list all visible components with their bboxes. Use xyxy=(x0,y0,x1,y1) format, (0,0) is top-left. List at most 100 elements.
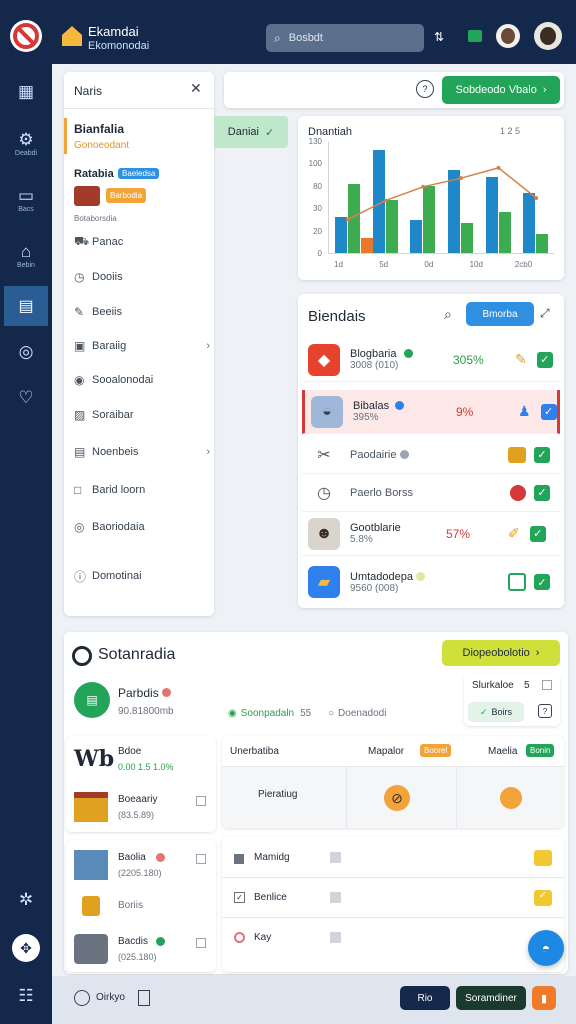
table-row-label: Kay xyxy=(254,932,272,943)
table-row[interactable]: Mamidg xyxy=(222,840,564,878)
primary-action-button[interactable]: Sobdeodo Vbalo › xyxy=(442,76,560,104)
nav-item[interactable]: ✎ Beeiis xyxy=(74,298,210,326)
document-icon[interactable] xyxy=(138,990,150,1006)
row-checkbox[interactable] xyxy=(196,796,206,806)
nav-item[interactable]: ▣ Baraiig › xyxy=(74,332,210,360)
message-icon[interactable] xyxy=(468,30,482,42)
nav-item[interactable]: ⛟ Panac xyxy=(74,228,210,256)
nav-item[interactable]: ⓘ Domotinai xyxy=(74,562,210,590)
pin-icon[interactable]: ✎ xyxy=(515,351,527,368)
nav-item[interactable]: ◷ Dooiis xyxy=(74,263,210,291)
check-icon[interactable]: ✓ xyxy=(534,446,550,463)
nav-item[interactable]: ▨ Soraibar xyxy=(74,401,210,429)
person-icon[interactable]: ♟ xyxy=(518,403,531,420)
table-row[interactable]: Pieratiug ⊘ xyxy=(222,766,564,829)
app-title: Ekamdai xyxy=(88,24,139,39)
check-icon[interactable]: ✓ xyxy=(534,574,550,590)
nav-item[interactable]: ▤ Noenbeis › xyxy=(74,438,210,466)
nav-item[interactable]: ◉ Sooalonodai xyxy=(74,366,210,394)
bell-icon[interactable] xyxy=(500,787,522,809)
row-checkbox[interactable] xyxy=(330,852,341,863)
shield-icon[interactable]: ♡ xyxy=(10,382,42,414)
table-row[interactable]: ✓ Benlice ✓ xyxy=(222,878,564,918)
side-button[interactable]: ✓ Boirs xyxy=(468,702,524,722)
compass-icon[interactable]: ◎ xyxy=(10,336,42,368)
list-item[interactable]: ◷ Paerlo Borss ✓ xyxy=(302,474,560,512)
no-entry-icon[interactable]: ⊘ xyxy=(384,785,410,811)
side-checkbox[interactable] xyxy=(542,680,552,690)
rail-label: Bacs xyxy=(18,206,34,213)
footer-button[interactable]: Soramdiner xyxy=(456,986,526,1010)
list-item[interactable]: ◒ Bibalas 395% 9% ♟ ✓ xyxy=(302,390,560,434)
table-row-label: Benlice xyxy=(254,892,287,903)
header-strip: ? Sobdeodo Vbalo › xyxy=(224,72,564,108)
check-icon: ✓ xyxy=(234,892,245,903)
check-icon[interactable]: ✓ xyxy=(529,525,546,542)
app-launcher-button[interactable]: ✥ xyxy=(12,934,40,962)
logo-icon: Wb xyxy=(74,746,115,772)
ball-icon[interactable] xyxy=(510,484,526,501)
list-item[interactable]: ✂ Paodairie ✓ xyxy=(302,436,560,474)
check-icon[interactable]: ✓ xyxy=(536,351,553,368)
check-icon: ✓ xyxy=(264,126,275,139)
chart-point xyxy=(458,176,463,181)
footer-orange-button[interactable]: ▮ xyxy=(532,986,556,1010)
search-box[interactable]: ⌕ Bosbdt xyxy=(266,24,424,52)
status-dot xyxy=(395,401,404,410)
x-tick-label: 2cb0 xyxy=(514,260,533,269)
brush-icon[interactable]: ✐ xyxy=(508,525,520,542)
check-icon[interactable]: ✓ xyxy=(540,403,557,420)
rail-active-item[interactable]: ▤ xyxy=(4,286,48,326)
nav-item[interactable]: □ Barid loorn xyxy=(74,476,210,504)
list-item[interactable]: ▰ Umtadodepa 9560 (008) ✓ xyxy=(302,560,560,604)
row-checkbox[interactable] xyxy=(330,932,341,943)
box-icon[interactable] xyxy=(508,446,526,463)
grid-icon[interactable]: ▦ xyxy=(10,76,42,108)
nav-item-label: Noenbeis xyxy=(92,446,139,458)
card-icon[interactable]: ▭ Bacs xyxy=(10,180,42,213)
check-icon[interactable]: ✓ xyxy=(534,890,552,906)
menu-icon[interactable]: ☷ xyxy=(10,980,42,1012)
search-icon[interactable]: ⌕ xyxy=(444,306,452,323)
side-label: Slurkaloe xyxy=(472,680,514,691)
bottom-action-label: Diopeobolotio xyxy=(462,647,530,659)
check-icon[interactable]: ✓ xyxy=(534,484,550,501)
list-item-sub: 9560 (008) xyxy=(350,582,399,594)
list-item[interactable]: ◆ Blogbaria 3008 (010) 305% ✎ ✓ xyxy=(302,338,560,382)
settings-icon[interactable]: ✲ xyxy=(10,884,42,916)
help-icon[interactable]: ? xyxy=(538,704,552,718)
gear-icon[interactable]: ⚙ Deabdi xyxy=(10,124,42,157)
list-item-value: 305% xyxy=(453,352,484,367)
search-input[interactable]: Bosbdt xyxy=(289,32,323,44)
list-action-button[interactable]: Bmorba xyxy=(466,302,534,326)
avatar[interactable] xyxy=(496,24,520,48)
grid-icon[interactable] xyxy=(508,573,526,591)
list-item[interactable]: ☻ Gootblarie 5.8% 57% ✐ ✓ xyxy=(302,512,560,556)
row-checkbox[interactable] xyxy=(196,854,206,864)
filter-button[interactable]: ⇅ xyxy=(428,26,450,48)
y-axis: 130 100 80 30 20 0 xyxy=(300,137,324,258)
home-icon[interactable]: ⌂ Bebin xyxy=(10,236,42,269)
status-dot xyxy=(400,450,410,459)
expand-icon[interactable]: ⤢ xyxy=(540,306,550,321)
arrow-right-icon: › xyxy=(535,647,540,659)
help-icon[interactable]: ? xyxy=(416,80,434,98)
row-checkbox[interactable] xyxy=(196,938,206,948)
row-checkbox[interactable] xyxy=(330,892,341,903)
section-title[interactable]: Bianfalia xyxy=(74,122,124,136)
footer-button[interactable]: Rio xyxy=(400,986,450,1010)
user-avatar[interactable] xyxy=(534,22,562,50)
profile-tag[interactable]: Barbodia xyxy=(106,188,147,203)
filter-chip[interactable]: Daniai ✓ xyxy=(214,116,288,148)
left-card-name: Boriis xyxy=(118,900,144,911)
table-row[interactable]: Kay xyxy=(222,918,564,958)
warning-badge[interactable] xyxy=(534,850,552,866)
nav-item[interactable]: ◎ Baoriodaia xyxy=(74,513,210,541)
close-icon[interactable]: ✕ xyxy=(190,80,202,97)
bottom-action-button[interactable]: Diopeobolotio › xyxy=(442,640,560,666)
face-icon xyxy=(501,28,515,44)
chat-fab[interactable]: ◓ xyxy=(528,930,564,966)
info-icon: ⓘ xyxy=(74,569,87,584)
no-entry-icon[interactable] xyxy=(10,20,42,52)
chart-line xyxy=(345,165,539,222)
